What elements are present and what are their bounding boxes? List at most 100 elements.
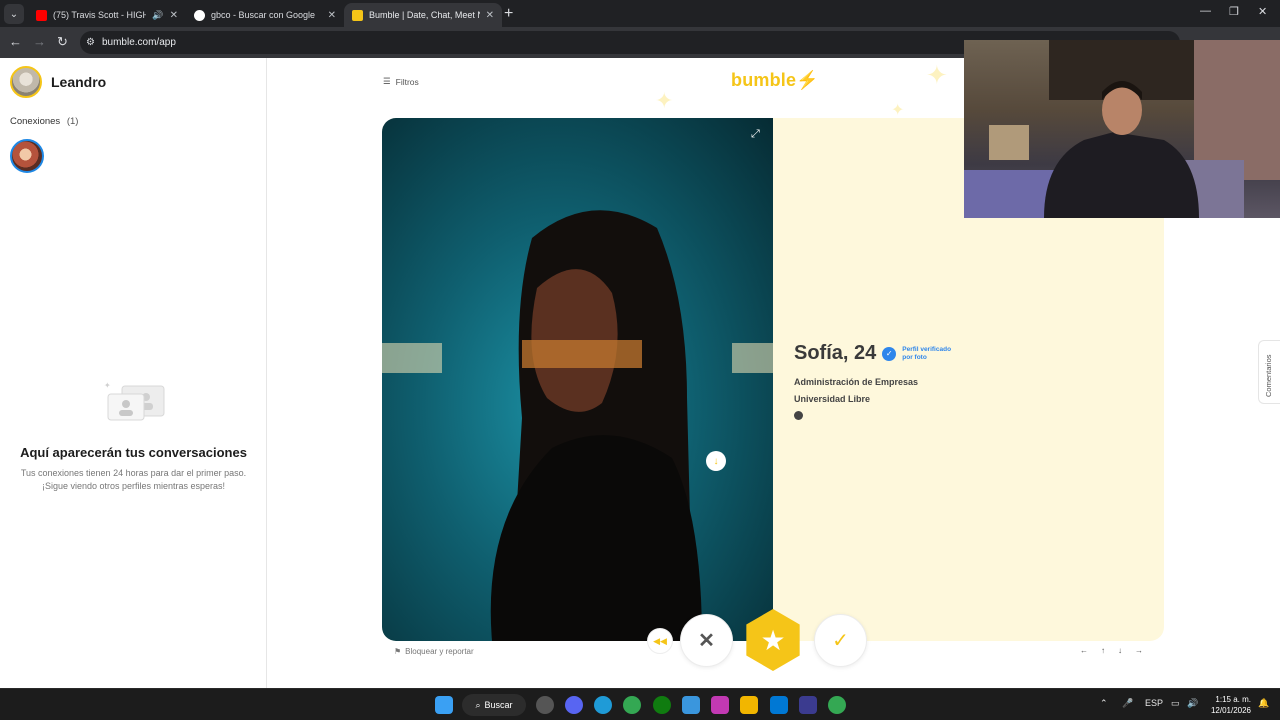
filters-label: Filtros [395, 76, 419, 87]
sparkle-icon: ✦ [926, 60, 948, 90]
volume-icon[interactable]: 🔊 [1187, 698, 1198, 709]
verified-check-icon: ✓ [882, 346, 897, 361]
tab-title: Bumble | Date, Chat, Meet New [369, 10, 480, 20]
empty-state-title: Aquí aparecerán tus conversaciones [20, 445, 247, 460]
close-icon: ✕ [698, 630, 715, 652]
sparkle-icon: ✦ [655, 88, 674, 113]
flag-icon: ⚑ [394, 647, 402, 656]
user-name[interactable]: Leandro [51, 74, 106, 90]
hint-down: ↓ [1118, 646, 1122, 655]
site-info-icon[interactable]: ⚙ [86, 37, 95, 48]
reload-icon[interactable]: ↻ [57, 34, 68, 50]
bolt-icon: ⚡ [796, 70, 819, 90]
profile-name-age: Sofía, 24 [794, 342, 877, 364]
xbox-icon[interactable] [653, 696, 671, 714]
file-explorer-icon[interactable] [740, 696, 758, 714]
close-tab-icon[interactable]: ✕ [328, 10, 336, 21]
connections-count: (1) [66, 116, 79, 127]
url-text: bumble.com/app [101, 37, 176, 48]
tab-google[interactable]: gbco - Buscar con Google ✕ [186, 3, 344, 27]
google-icon [194, 9, 205, 21]
comments-tab[interactable]: Comentarios [1258, 340, 1280, 404]
block-report-link[interactable]: ⚑ Bloquear y reportar [394, 647, 474, 656]
like-button[interactable]: ✓ [814, 614, 867, 667]
bumble-favicon-icon [352, 9, 363, 21]
chrome-profile-icon[interactable] [828, 696, 846, 714]
sidebar: Leandro Conexiones (1) ✦ Aquí aparecerán… [0, 58, 267, 688]
user-avatar[interactable] [10, 66, 42, 98]
bumble-logo: bumble⚡ [731, 70, 819, 91]
match-avatar[interactable] [10, 139, 44, 173]
comments-label: Comentarios [1264, 354, 1273, 397]
edge-icon[interactable] [594, 696, 612, 714]
app-icon[interactable] [799, 696, 817, 714]
windows-start-icon[interactable] [435, 696, 453, 714]
clock-time: 1:15 a. m. [1215, 695, 1251, 704]
taskbar-search[interactable]: ⌕ Buscar [462, 694, 526, 716]
conversations-illustration: ✦ [104, 381, 165, 421]
logo-text: bumble [731, 70, 797, 90]
sliders-icon: ☰ [383, 76, 391, 86]
connections-header: Conexiones (1) [10, 116, 78, 127]
rewind-button[interactable]: ◀◀ [647, 628, 673, 654]
verified-label: Perfil verificado por foto [902, 346, 964, 362]
photos-icon[interactable] [682, 696, 700, 714]
minimize-icon[interactable]: — [1200, 5, 1211, 17]
portrait-illustration [382, 210, 773, 641]
expand-icon[interactable]: ⤢ [751, 128, 760, 141]
empty-state-line: ¡Sigue viendo otros perfiles mientras es… [41, 481, 226, 491]
network-icon[interactable]: ▭ [1171, 698, 1180, 709]
svg-text:✦: ✦ [104, 381, 111, 390]
verified-line: por foto [902, 353, 927, 361]
clock[interactable]: 1:15 a. m. 12/01/2026 [1205, 694, 1251, 716]
tab-youtube[interactable]: (75) Travis Scott - HIGHEST 🔊 ✕ [28, 3, 186, 27]
search-icon: ⌕ [475, 699, 481, 710]
back-icon[interactable]: ← [9, 34, 22, 49]
chrome-icon[interactable] [623, 696, 641, 714]
hint-right: → [1135, 646, 1143, 655]
tab-bumble[interactable]: Bumble | Date, Chat, Meet New ✕ [344, 3, 502, 27]
forward-icon[interactable]: → [33, 34, 46, 49]
tab-search-button[interactable]: ⌄ [4, 4, 24, 24]
youtube-icon [36, 9, 47, 21]
profile-photo[interactable]: ⤢ ↓ [382, 118, 773, 641]
hint-up: ↑ [1101, 646, 1105, 655]
chevron-up-icon[interactable]: ⌃ [1100, 698, 1108, 709]
discord-icon[interactable] [565, 696, 583, 714]
taskbar: ⌕ Buscar ⌃ 🎤 ESP ▭ 🔊 1:15 a. m. 12/01/20… [0, 688, 1280, 720]
close-tab-icon[interactable]: ✕ [170, 10, 178, 21]
connections-label: Conexiones [10, 116, 61, 127]
steam-icon[interactable] [536, 696, 554, 714]
clock-date: 12/01/2026 [1210, 706, 1251, 715]
notifications-icon[interactable]: 🔔 [1258, 698, 1269, 709]
speaker-icon[interactable]: 🔊 [152, 10, 163, 21]
microphone-icon[interactable]: 🎤 [1122, 698, 1133, 709]
close-tab-icon[interactable]: ✕ [486, 10, 494, 21]
star-icon: ★ [760, 624, 786, 656]
search-label: Buscar [484, 700, 513, 710]
rewind-icon: ◀◀ [653, 635, 667, 646]
browser-tab-strip: ⌄ (75) Travis Scott - HIGHEST 🔊 ✕ gbco -… [0, 0, 1280, 27]
empty-state-line: Tus conexiones tienen 24 horas para dar … [20, 468, 247, 478]
report-label: Bloquear y reportar [405, 647, 474, 656]
new-tab-button[interactable]: + [504, 5, 513, 23]
app-icon[interactable] [770, 696, 788, 714]
sparkle-icon: ✦ [891, 102, 905, 119]
close-window-icon[interactable]: ✕ [1258, 5, 1267, 18]
filters-button[interactable]: ☰ Filtros [383, 76, 419, 87]
hint-left: ← [1080, 646, 1088, 655]
restore-icon[interactable]: ❐ [1229, 5, 1239, 18]
copilot-icon[interactable] [711, 696, 729, 714]
check-icon: ✓ [832, 630, 849, 652]
profile-info: Sofía, 24 ✓ Perfil verificado por foto A… [794, 342, 964, 420]
webcam-scene [964, 40, 1280, 218]
tab-title: (75) Travis Scott - HIGHEST [53, 10, 147, 20]
language-indicator[interactable]: ESP [1145, 698, 1163, 708]
webcam-overlay [964, 40, 1280, 218]
profile-job: Administración de Empresas [794, 377, 919, 387]
name-row: Sofía, 24 ✓ Perfil verificado por foto [794, 342, 964, 365]
verified-line: Perfil verificado [902, 345, 952, 353]
scroll-down-icon[interactable]: ↓ [706, 451, 726, 471]
pass-button[interactable]: ✕ [680, 614, 733, 667]
quote-icon [794, 411, 803, 420]
